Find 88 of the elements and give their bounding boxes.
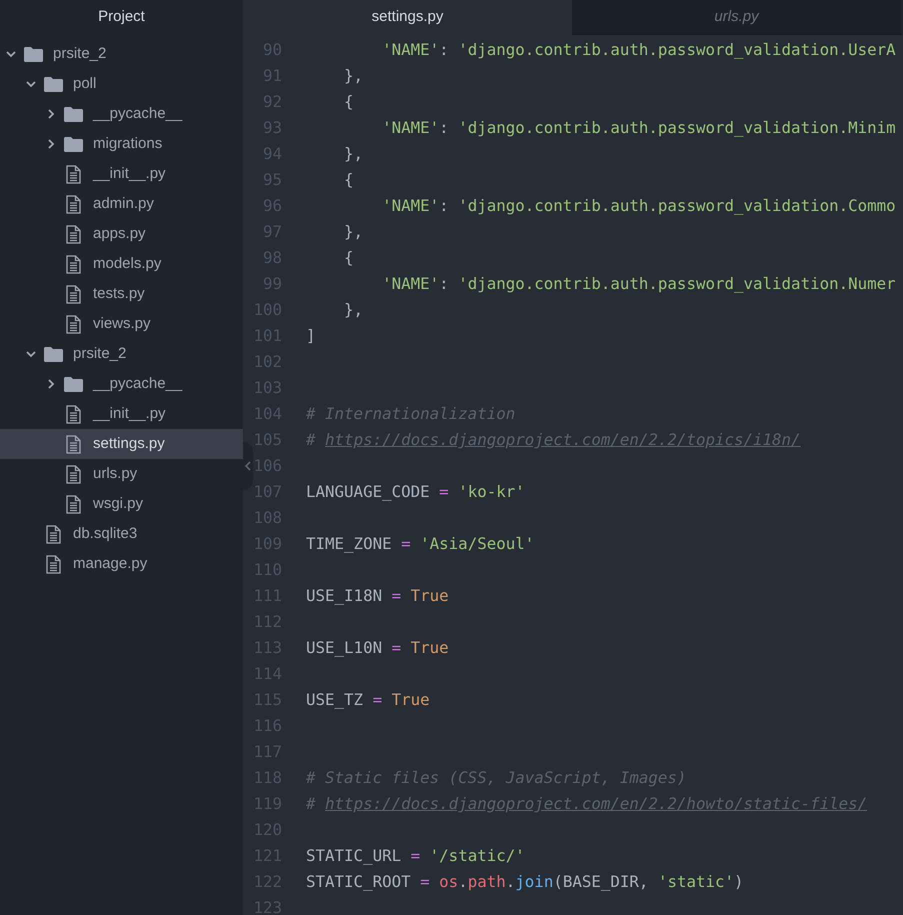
- folder-icon: [64, 106, 83, 122]
- tree-item-label: prsite_2: [73, 344, 126, 364]
- code-line: 'NAME': 'django.contrib.auth.password_validation.Commo: [381, 195, 896, 218]
- code-line: 'NAME': 'django.contrib.auth.password_validation.Minim: [381, 117, 896, 140]
- file-icon: [66, 434, 81, 454]
- file-icon: [66, 314, 81, 334]
- file-icon: [66, 464, 81, 484]
- tree-item-label: __pycache__: [93, 374, 182, 394]
- tree-item-label: prsite_2: [53, 44, 106, 64]
- code-line: },: [343, 221, 364, 244]
- code-line: USE_TZ = True: [306, 689, 430, 712]
- chevron-left-icon: [245, 461, 251, 471]
- tree-item[interactable]: __init__.py: [0, 159, 243, 189]
- code-line: # Internationalization: [306, 403, 516, 426]
- file-icon: [46, 524, 61, 544]
- file-icon: [66, 164, 81, 184]
- code-line: # https://docs.djangoproject.com/en/2.2/howto/static-files/: [306, 793, 868, 816]
- folder-icon: [24, 46, 43, 62]
- file-icon: [46, 554, 61, 574]
- code-line: USE_I18N = True: [306, 585, 449, 608]
- tree-item[interactable]: prsite_2: [0, 339, 243, 369]
- folder-icon: [64, 136, 83, 152]
- folder-icon: [44, 346, 63, 362]
- tree-item-label: views.py: [93, 314, 151, 334]
- file-icon: [66, 494, 81, 514]
- tree-item[interactable]: poll: [0, 69, 243, 99]
- tree-item-label: migrations: [93, 134, 162, 154]
- code-line: # https://docs.djangoproject.com/en/2.2/topics/i18n/: [306, 429, 801, 452]
- tree-item[interactable]: __init__.py: [0, 399, 243, 429]
- tree-item[interactable]: models.py: [0, 249, 243, 279]
- code-line: TIME_ZONE = 'Asia/Seoul': [306, 533, 534, 556]
- tree-item[interactable]: apps.py: [0, 219, 243, 249]
- editor-tab[interactable]: settings.py: [243, 0, 572, 35]
- tree-item-label: models.py: [93, 254, 162, 274]
- code-line: 'NAME': 'django.contrib.auth.password_validation.Numer: [381, 273, 896, 296]
- file-icon: [66, 224, 81, 244]
- tree-item-label: admin.py: [93, 194, 154, 214]
- tree-item-label: __pycache__: [93, 104, 182, 124]
- tree-item[interactable]: wsgi.py: [0, 489, 243, 519]
- tree-item-label: poll: [73, 74, 96, 94]
- tree-item[interactable]: migrations: [0, 129, 243, 159]
- tree-item-label: __init__.py: [93, 164, 166, 184]
- code-line: {: [343, 91, 354, 114]
- code-line: ]: [306, 325, 316, 348]
- tree-item[interactable]: __pycache__: [0, 369, 243, 399]
- tree-item[interactable]: admin.py: [0, 189, 243, 219]
- tree-item[interactable]: manage.py: [0, 549, 243, 579]
- code-line: STATIC_URL = '/static/': [306, 845, 525, 868]
- tree-item[interactable]: urls.py: [0, 459, 243, 489]
- code-line: # Static files (CSS, JavaScript, Images): [306, 767, 686, 790]
- code-line: STATIC_ROOT = os.path.join(BASE_DIR, 'static'): [306, 871, 744, 894]
- file-icon: [66, 254, 81, 274]
- chevron-down-icon[interactable]: [26, 349, 36, 359]
- tree-item-label: __init__.py: [93, 404, 166, 424]
- chevron-down-icon[interactable]: [6, 49, 16, 59]
- tree-item[interactable]: tests.py: [0, 279, 243, 309]
- tree-item[interactable]: __pycache__: [0, 99, 243, 129]
- code-line: LANGUAGE_CODE = 'ko-kr': [306, 481, 525, 504]
- code-line: },: [343, 299, 364, 322]
- tree-item-label: wsgi.py: [93, 494, 144, 514]
- file-icon: [66, 284, 81, 304]
- file-icon: [66, 194, 81, 214]
- tree-item[interactable]: prsite_2: [0, 39, 243, 69]
- folder-icon: [64, 376, 83, 392]
- tree-item[interactable]: settings.py: [0, 429, 243, 459]
- code-line: {: [343, 247, 354, 270]
- collapse-panel-button[interactable]: [243, 442, 253, 490]
- folder-icon: [44, 76, 63, 92]
- chevron-down-icon[interactable]: [26, 79, 36, 89]
- tree-item-label: manage.py: [73, 554, 148, 574]
- panel-title: Project: [98, 6, 145, 27]
- code-line: },: [343, 143, 364, 166]
- tree-item-label: apps.py: [93, 224, 146, 244]
- tree-item-label: urls.py: [93, 464, 138, 484]
- editor-tab[interactable]: urls.py: [572, 0, 901, 35]
- chevron-right-icon[interactable]: [46, 139, 56, 149]
- tree-item[interactable]: views.py: [0, 309, 243, 339]
- code-line: 'NAME': 'django.contrib.auth.password_validation.UserA: [381, 39, 896, 62]
- code-line: USE_L10N = True: [306, 637, 449, 660]
- code-line: },: [343, 65, 364, 88]
- chevron-right-icon[interactable]: [46, 379, 56, 389]
- chevron-right-icon[interactable]: [46, 109, 56, 119]
- tree-item-label: settings.py: [93, 434, 165, 454]
- tree-item-label: tests.py: [93, 284, 145, 304]
- tree-item-label: db.sqlite3: [73, 524, 138, 544]
- tree-item[interactable]: db.sqlite3: [0, 519, 243, 549]
- file-icon: [66, 404, 81, 424]
- code-line: {: [343, 169, 354, 192]
